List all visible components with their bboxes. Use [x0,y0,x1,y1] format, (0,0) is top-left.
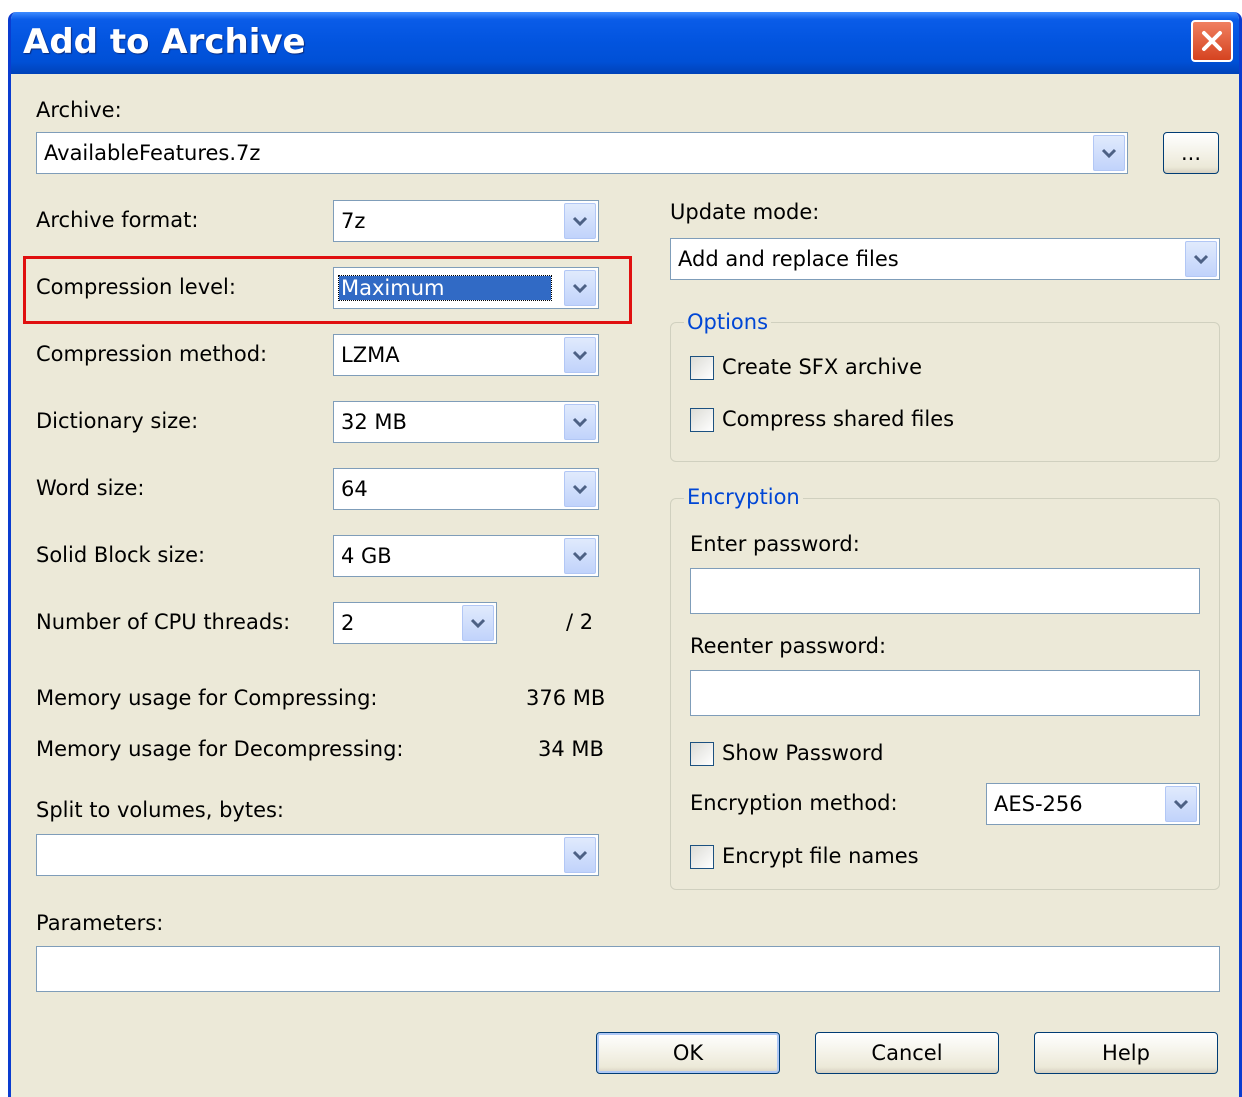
window-title: Add to Archive [23,22,306,62]
cpu-threads-value: 2 [341,611,355,635]
split-volumes-combobox[interactable] [36,834,599,876]
dictionary-size-value: 32 MB [341,410,407,434]
archive-path-combobox[interactable]: AvailableFeatures.7z [36,132,1128,174]
dictionary-size-label: Dictionary size: [36,409,199,433]
encrypt-file-names-checkbox[interactable] [690,845,714,869]
options-legend: Options [684,310,772,334]
memory-decompress-value: 34 MB [538,737,604,761]
word-size-dropdown-button[interactable] [564,471,596,507]
memory-compress-value: 376 MB [526,686,606,710]
solid-block-size-select[interactable]: 4 GB [333,535,599,577]
reenter-password-label: Reenter password: [690,634,887,658]
chevron-down-icon [470,618,486,629]
solid-block-size-dropdown-button[interactable] [564,538,596,574]
update-mode-select[interactable]: Add and replace files [670,238,1220,280]
memory-decompress-label: Memory usage for Decompressing: [36,737,404,761]
parameters-label: Parameters: [36,911,164,935]
chevron-down-icon [572,417,588,428]
chevron-down-icon [572,216,588,227]
dictionary-size-dropdown-button[interactable] [564,404,596,440]
enter-password-input[interactable] [690,568,1200,614]
enter-password-label: Enter password: [690,532,860,556]
cpu-threads-label: Number of CPU threads: [36,610,291,634]
cancel-label: Cancel [871,1041,943,1065]
show-password-checkbox[interactable] [690,742,714,766]
create-sfx-label: Create SFX archive [722,355,923,379]
solid-block-size-value: 4 GB [341,544,392,568]
archive-dropdown-button[interactable] [1093,135,1125,171]
cpu-threads-dropdown-button[interactable] [462,605,494,641]
compression-method-value: LZMA [341,343,400,367]
close-icon [1202,31,1222,51]
show-password-label: Show Password [722,741,884,765]
compress-shared-label: Compress shared files [722,407,955,431]
title-bar[interactable]: Add to Archive [11,12,1239,74]
dictionary-size-select[interactable]: 32 MB [333,401,599,443]
encryption-method-label: Encryption method: [690,791,898,815]
compression-method-dropdown-button[interactable] [564,337,596,373]
encryption-method-select[interactable]: AES-256 [986,783,1200,825]
archive-path-value: AvailableFeatures.7z [44,141,261,165]
encryption-method-dropdown-button[interactable] [1165,786,1197,822]
chevron-down-icon [572,350,588,361]
compression-method-label: Compression method: [36,342,268,366]
encryption-legend: Encryption [684,485,803,509]
archive-format-select[interactable]: 7z [333,200,599,242]
help-label: Help [1102,1041,1150,1065]
chevron-down-icon [1173,799,1189,810]
chevron-down-icon [1193,254,1209,265]
word-size-label: Word size: [36,476,145,500]
word-size-select[interactable]: 64 [333,468,599,510]
encrypt-file-names-label: Encrypt file names [722,844,919,868]
ok-label: OK [672,1041,704,1065]
chevron-down-icon [572,850,588,861]
cancel-button[interactable]: Cancel [815,1032,999,1074]
update-mode-dropdown-button[interactable] [1185,241,1217,277]
options-group [670,322,1220,462]
archive-format-value: 7z [341,209,366,233]
browse-label: ... [1180,141,1202,165]
parameters-input[interactable] [36,946,1220,992]
close-button[interactable] [1191,20,1233,62]
compression-method-select[interactable]: LZMA [333,334,599,376]
create-sfx-checkbox[interactable] [690,356,714,380]
update-mode-label: Update mode: [670,200,820,224]
add-to-archive-dialog: Add to Archive Archive: AvailableFeature… [8,12,1242,1097]
ok-button[interactable]: OK [596,1032,780,1074]
archive-format-dropdown-button[interactable] [564,203,596,239]
chevron-down-icon [572,484,588,495]
memory-compress-label: Memory usage for Compressing: [36,686,378,710]
help-button[interactable]: Help [1034,1032,1218,1074]
browse-button[interactable]: ... [1163,132,1219,174]
chevron-down-icon [1101,148,1117,159]
chevron-down-icon [572,551,588,562]
archive-label: Archive: [36,98,122,122]
cpu-threads-max: / 2 [566,610,594,634]
solid-block-size-label: Solid Block size: [36,543,206,567]
split-volumes-label: Split to volumes, bytes: [36,798,285,822]
split-volumes-dropdown-button[interactable] [564,837,596,873]
compress-shared-checkbox[interactable] [690,408,714,432]
archive-format-label: Archive format: [36,208,199,232]
encryption-method-value: AES-256 [994,792,1083,816]
reenter-password-input[interactable] [690,670,1200,716]
word-size-value: 64 [341,477,368,501]
cpu-threads-select[interactable]: 2 [333,602,497,644]
highlight-annotation-box [23,256,632,324]
update-mode-value: Add and replace files [678,247,899,271]
